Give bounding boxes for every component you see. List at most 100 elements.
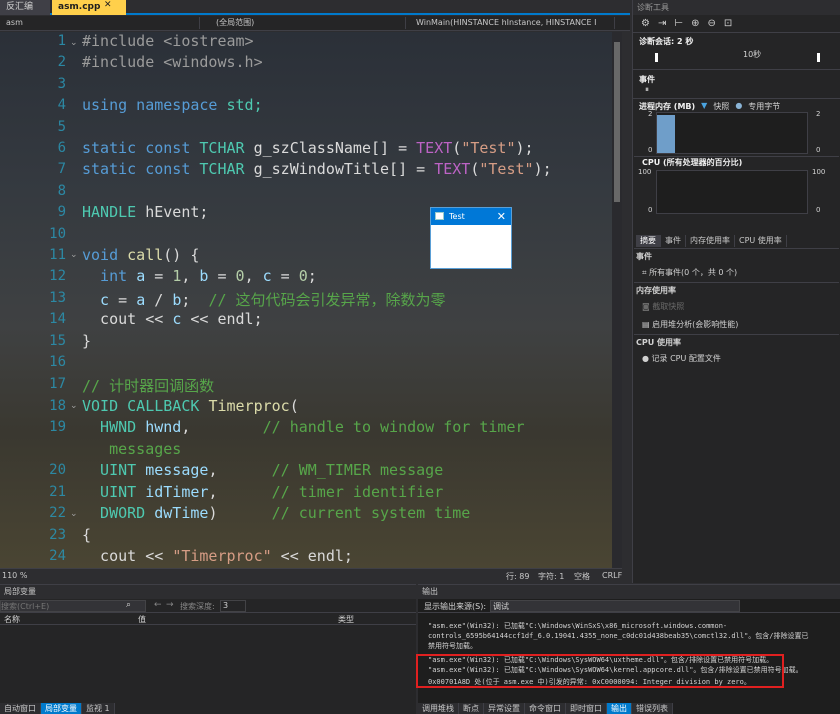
- locals-search-input[interactable]: [0, 600, 146, 612]
- take-snapshot-button[interactable]: ◙ 截取快照: [636, 300, 836, 314]
- heap-icon: ▤: [642, 320, 653, 329]
- fold-icon[interactable]: ⌄: [70, 509, 78, 519]
- tab-exception-settings[interactable]: 异常设置: [484, 703, 525, 714]
- tab-autos[interactable]: 自动窗口: [0, 703, 41, 714]
- scope-dropdown[interactable]: (全局范围): [210, 17, 406, 29]
- line-number: 11: [49, 247, 66, 263]
- line-number: 14: [49, 311, 66, 327]
- tab-asm-cpp[interactable]: asm.cpp: [52, 0, 126, 15]
- function-dropdown[interactable]: WinMain(HINSTANCE hInstance, HINSTANCE I: [410, 17, 615, 29]
- cpu-axis-left-min: 0: [648, 206, 653, 214]
- pause-icon: ⏸: [645, 85, 649, 94]
- diagnostic-tabs: 摘要 事件 内存使用率 CPU 使用率: [636, 235, 836, 247]
- column-name[interactable]: 名称: [4, 614, 20, 625]
- test-window-titlebar[interactable]: Test ✕: [431, 208, 511, 225]
- zoom-in-icon[interactable]: ⊕: [691, 18, 699, 29]
- export-icon[interactable]: ⇥: [658, 18, 666, 29]
- cpu-axis-right-min: 0: [816, 206, 821, 214]
- line-number: 9: [57, 204, 66, 220]
- line-number: 12: [49, 268, 66, 284]
- code-line-21: UINT idTimer, // timer identifier: [82, 483, 444, 501]
- line-number: 10: [49, 226, 66, 242]
- record-cpu-profile-button[interactable]: ● 记录 CPU 配置文件: [636, 352, 836, 366]
- line-number: 23: [49, 527, 66, 543]
- code-line-18: VOID CALLBACK Timerproc(: [82, 397, 299, 415]
- editor-status-bar: 110 % 行: 89 字符: 1 空格 CRLF: [0, 568, 622, 582]
- line-number: 6: [57, 140, 66, 156]
- tab-locals[interactable]: 局部变量: [41, 703, 82, 714]
- close-icon[interactable]: ✕: [497, 208, 506, 225]
- search-depth-label: 搜索深度:: [180, 602, 215, 611]
- zoom-out-icon[interactable]: ⊖: [707, 18, 715, 29]
- tab-memory-usage[interactable]: 内存使用率: [686, 235, 735, 247]
- column-type[interactable]: 类型: [338, 614, 354, 625]
- tab-call-stack[interactable]: 调用堆栈: [418, 703, 459, 714]
- fold-icon[interactable]: ⌄: [70, 38, 78, 48]
- output-source-dropdown[interactable]: 调试: [490, 600, 740, 612]
- cpu-usage-title: CPU 使用率: [636, 338, 682, 347]
- tab-immediate-window[interactable]: 即时窗口: [566, 703, 607, 714]
- tab-cpu-usage[interactable]: CPU 使用率: [735, 235, 787, 247]
- private-bytes-legend: 专用字节: [748, 102, 781, 111]
- session-duration: 诊断会话: 2 秒: [639, 37, 694, 46]
- events-summary-title: 事件: [636, 252, 652, 261]
- code-line-13: c = a / b; // 这句代码会引发异常，除数为零: [82, 291, 446, 309]
- memory-axis-left-min: 0: [648, 146, 653, 154]
- timeline-ruler[interactable]: 10秒: [633, 47, 840, 63]
- search-icon[interactable]: ⌕: [126, 600, 131, 610]
- line-number: 15: [49, 333, 66, 349]
- scrollbar-thumb[interactable]: [614, 42, 620, 202]
- close-tab-icon[interactable]: ✕: [104, 0, 112, 10]
- forward-arrow-icon[interactable]: →: [166, 600, 174, 610]
- back-arrow-icon[interactable]: ←: [154, 600, 162, 610]
- timeline-start-marker[interactable]: [655, 53, 658, 62]
- code-line-6: static const TCHAR g_szClassName[] = TEX…: [82, 139, 534, 157]
- cpu-chart[interactable]: [656, 170, 808, 214]
- code-editor[interactable]: 1 2 3 4 5 6 7 8 9 10 11 12 13 14 15 16 17 18 19 20 21 22 23 24 …: [0, 32, 622, 568]
- code-line-20: UINT message, // WM_TIMER message: [82, 461, 444, 479]
- tab-error-list[interactable]: 错误列表: [632, 703, 673, 714]
- select-tool-icon[interactable]: ⊢: [674, 18, 683, 29]
- tab-events[interactable]: 事件: [661, 235, 686, 247]
- tab-breakpoints[interactable]: 断点: [459, 703, 484, 714]
- fold-icon[interactable]: ⌄: [70, 250, 78, 260]
- cpu-section-header[interactable]: CPU (所有处理器的百分比): [636, 157, 742, 168]
- output-bottom-tabs: 调用堆栈 断点 异常设置 命令窗口 即时窗口 输出 错误列表: [418, 703, 673, 714]
- tab-command-window[interactable]: 命令窗口: [525, 703, 566, 714]
- window-app-icon: [435, 212, 444, 220]
- project-dropdown[interactable]: asm: [0, 17, 200, 29]
- code-line-22: DWORD dwTime) // current system time: [82, 504, 471, 522]
- code-line-14: cout << c << endl;: [82, 310, 263, 328]
- code-line-12: int a = 1, b = 0, c = 0;: [82, 267, 317, 285]
- code-line-15: }: [82, 332, 92, 350]
- fold-icon[interactable]: ⌄: [70, 401, 78, 411]
- settings-icon[interactable]: ⚙: [641, 18, 650, 29]
- editor-scrollbar[interactable]: [612, 32, 622, 568]
- line-number: 5: [57, 119, 66, 135]
- line-number: 8: [57, 183, 66, 199]
- reset-zoom-icon[interactable]: ⊡: [724, 18, 732, 29]
- indent-mode[interactable]: 空格: [574, 571, 590, 582]
- memory-chart[interactable]: [656, 112, 808, 154]
- column-value[interactable]: 值: [138, 614, 146, 625]
- heap-profiling-toggle[interactable]: ▤ 启用堆分析(会影响性能): [636, 318, 836, 332]
- test-app-window[interactable]: Test ✕: [430, 207, 512, 269]
- locals-title: 局部变量: [0, 585, 416, 599]
- line-number: 19: [49, 419, 66, 435]
- all-events-link[interactable]: ⌗ 所有事件(0 个，共 0 个): [636, 266, 836, 280]
- tab-summary[interactable]: 摘要: [636, 235, 661, 247]
- tab-disassembly[interactable]: 反汇编: [0, 0, 50, 15]
- zoom-level[interactable]: 110 %: [2, 571, 27, 580]
- diagnostic-toolbar: ⚙ ⇥ ⊢ ⊕ ⊖ ⊡: [633, 15, 840, 33]
- search-depth-dropdown[interactable]: 3: [220, 600, 246, 612]
- tab-watch-1[interactable]: 监视 1: [82, 703, 115, 714]
- line-number: 20: [49, 462, 66, 478]
- timeline-label: 10秒: [743, 50, 762, 59]
- tab-output[interactable]: 输出: [607, 703, 632, 714]
- line-ending[interactable]: CRLF: [602, 571, 622, 580]
- line-number: 18: [49, 398, 66, 414]
- memory-axis-left-max: 2: [648, 110, 653, 118]
- output-line: controls_6595b64144ccf1df_6.0.19041.4355…: [428, 632, 809, 640]
- events-section-header[interactable]: 事件: [633, 74, 840, 85]
- timeline-end-marker[interactable]: [817, 53, 820, 62]
